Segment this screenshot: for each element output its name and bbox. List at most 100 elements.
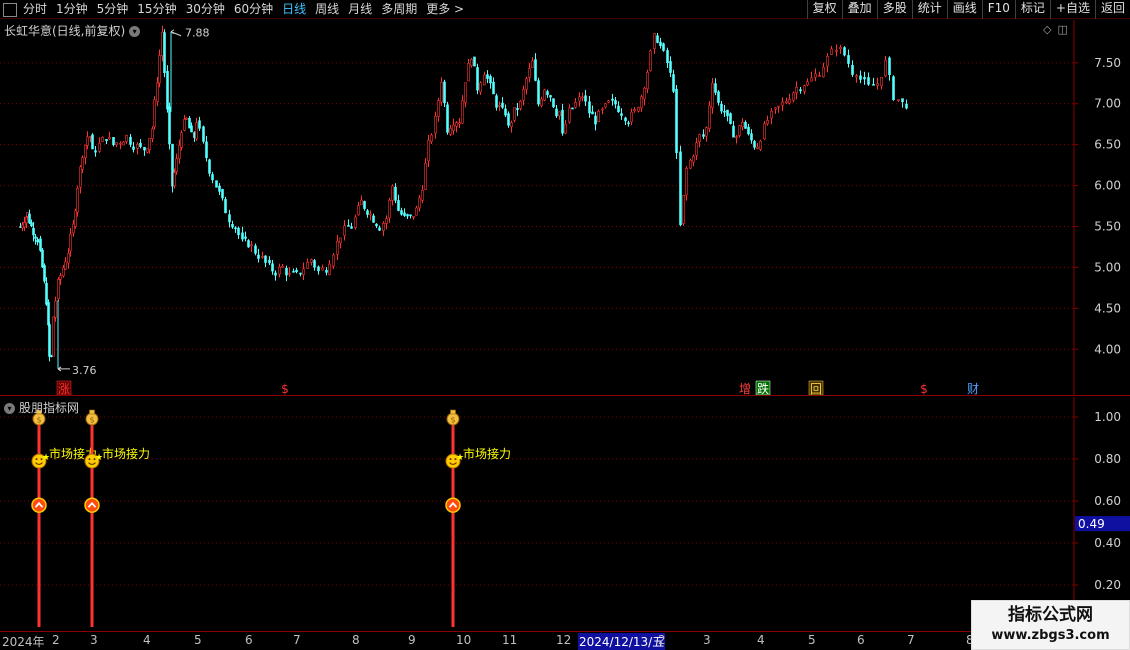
candle-body — [531, 60, 534, 68]
period-tab-7[interactable]: 周线 — [315, 0, 339, 19]
candle-body — [770, 110, 773, 119]
layout-toggle-icon[interactable] — [3, 2, 17, 17]
diamond-icon[interactable]: ◇ — [1043, 23, 1051, 36]
event-marker[interactable]: 跌 — [755, 380, 771, 396]
candle-body — [839, 47, 842, 50]
indicator-tick-label: 0.40 — [1094, 536, 1121, 550]
candle-body — [637, 107, 640, 112]
chevron-down-icon[interactable]: ▾ — [4, 403, 15, 414]
date-axis: 2024年 2 3 4 5 6 7 8 9 10 11 12 2024/12/13/五 2 3 4 5 6 7 8 — [0, 631, 1130, 650]
event-marker[interactable]: $ — [920, 382, 928, 396]
period-tab-3[interactable]: 15分钟 — [137, 0, 176, 19]
event-marker[interactable]: 财 — [967, 382, 979, 396]
price-tick-label: 6.00 — [1094, 179, 1121, 193]
period-tab-8[interactable]: 月线 — [348, 0, 372, 19]
high-price-label: 7.88 — [185, 27, 210, 40]
candle-body — [406, 214, 409, 217]
candle-body — [306, 261, 309, 269]
candle-body — [803, 85, 806, 92]
candle-body — [614, 100, 617, 105]
toolbar-button-8[interactable]: 返回 — [1094, 0, 1130, 19]
candle-body — [139, 143, 142, 147]
candle-body — [30, 222, 33, 227]
event-marker[interactable]: $ — [281, 382, 289, 396]
indicator-title: ▾ 股朋指标网 — [4, 399, 79, 416]
candle-body — [685, 168, 688, 196]
price-tick-label: 7.00 — [1094, 97, 1121, 111]
indicator-chart[interactable]: 1.000.800.600.400.200.49$★市场接力$★市场接力$★市场… — [0, 397, 1130, 630]
candle-body — [876, 83, 879, 86]
candle-body — [826, 56, 829, 67]
event-marker[interactable]: 回 — [808, 380, 824, 396]
candle-body — [449, 127, 452, 135]
toolbar-button-3[interactable]: 统计 — [911, 0, 947, 19]
price-tick-label: 6.50 — [1094, 138, 1121, 152]
candle-body — [288, 272, 291, 275]
candle-body — [814, 73, 817, 78]
toolbar-button-0[interactable]: 复权 — [806, 0, 842, 19]
candle-body — [763, 123, 766, 140]
candle-body — [897, 99, 900, 101]
date-label: 2 — [658, 633, 666, 647]
period-tab-1[interactable]: 1分钟 — [56, 0, 88, 19]
candle-body — [546, 91, 549, 96]
candle-body — [271, 263, 274, 272]
candle-body — [151, 128, 154, 140]
maximize-icon[interactable]: ◫ — [1057, 23, 1067, 36]
candle-body — [528, 68, 531, 78]
toolbar-button-5[interactable]: F10 — [981, 0, 1015, 19]
period-tab-0[interactable]: 分时 — [23, 0, 47, 19]
candle-body — [403, 212, 406, 216]
candle-body — [888, 57, 891, 75]
candle-body — [486, 74, 489, 79]
period-tab-5[interactable]: 60分钟 — [234, 0, 273, 19]
candle-body — [171, 143, 174, 187]
candle-body — [552, 98, 555, 108]
candle-body — [682, 195, 685, 224]
candle-body — [588, 101, 591, 114]
period-tab-2[interactable]: 5分钟 — [97, 0, 129, 19]
candle-body — [633, 109, 636, 112]
candle-body — [483, 74, 486, 86]
candle-body — [261, 256, 264, 258]
candle-body — [723, 110, 726, 113]
candle-body — [766, 120, 769, 125]
candle-body — [166, 70, 169, 110]
candle-body — [785, 100, 788, 104]
toolbar-button-6[interactable]: 标记 — [1014, 0, 1050, 19]
candle-body — [604, 103, 607, 108]
candle-body — [313, 260, 316, 268]
candle-body — [421, 190, 424, 201]
candle-body — [175, 158, 178, 172]
period-tab-6[interactable]: 日线 — [282, 0, 306, 19]
candle-body — [872, 84, 875, 86]
candle-body — [516, 108, 519, 110]
period-tab-10[interactable]: 更多 > — [426, 0, 464, 19]
event-marker[interactable]: 增 — [739, 382, 751, 396]
candlestick-chart[interactable]: 7.50 7.00 6.50 6.00 5.50 5.00 4.50 4.00 7.88 3.76… — [0, 20, 1130, 396]
chevron-down-icon[interactable]: ▾ — [129, 26, 141, 37]
candle-body — [729, 113, 732, 124]
candle-body — [859, 75, 862, 80]
event-marker[interactable]: 涨 — [56, 380, 72, 396]
candle-body — [412, 216, 415, 218]
candle-body — [753, 141, 756, 148]
period-tab-4[interactable]: 30分钟 — [186, 0, 225, 19]
candle-body — [178, 144, 181, 160]
period-tab-9[interactable]: 多周期 — [381, 0, 417, 19]
candle-body — [202, 126, 205, 142]
candle-body — [777, 105, 780, 108]
toolbar-button-1[interactable]: 叠加 — [841, 0, 877, 19]
candle-body — [452, 124, 455, 131]
candle-body — [543, 89, 546, 101]
toolbar-button-7[interactable]: +自选 — [1049, 0, 1095, 19]
candle-body — [397, 200, 400, 211]
toolbar-button-2[interactable]: 多股 — [876, 0, 912, 19]
candle-body — [328, 263, 331, 276]
candle-body — [720, 103, 723, 112]
candle-body — [360, 199, 363, 206]
candle-body — [601, 108, 604, 111]
toolbar-button-4[interactable]: 画线 — [946, 0, 982, 19]
candle-body — [470, 59, 473, 66]
date-label: 10 — [456, 633, 472, 647]
